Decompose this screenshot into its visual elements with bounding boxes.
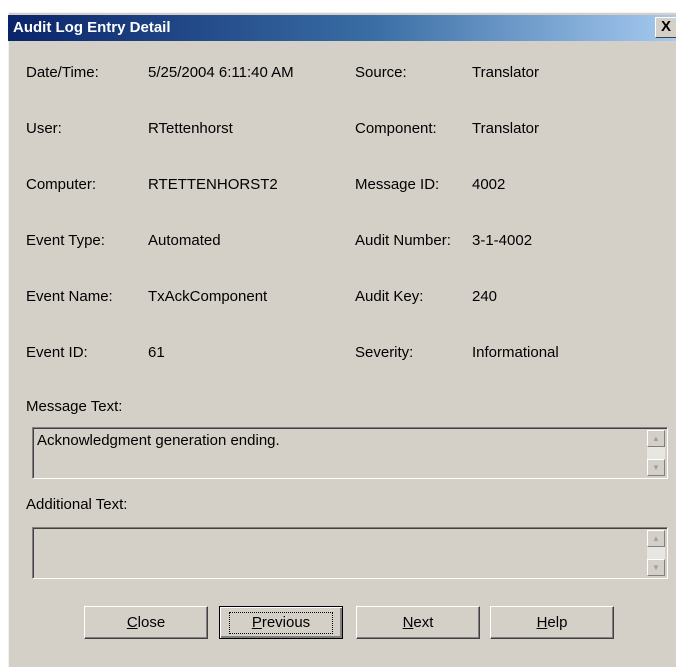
previous-button[interactable]: Previous [219, 606, 343, 639]
close-button[interactable]: Close [84, 606, 208, 639]
component-value: Translator [472, 120, 539, 137]
audit-number-value: 3-1-4002 [472, 232, 533, 249]
event-type-label: Event Type: [26, 232, 105, 249]
close-label-rest: lose [137, 614, 166, 631]
up-arrow-icon: ▲ [652, 434, 660, 443]
event-type-value: Automated [148, 232, 221, 249]
severity-label: Severity: [355, 344, 414, 361]
scroll-up-button[interactable]: ▲ [647, 430, 665, 447]
component-label: Component: [355, 120, 437, 137]
source-value: Translator [472, 64, 539, 81]
datetime-label: Date/Time: [26, 64, 99, 81]
close-window-button[interactable]: X [655, 17, 676, 38]
computer-value: RTETTENHORST2 [148, 176, 278, 193]
datetime-value: 5/25/2004 6:11:40 AM [148, 64, 294, 81]
message-id-label: Message ID: [355, 176, 440, 193]
scroll-down-button[interactable]: ▼ [647, 459, 665, 476]
computer-label: Computer: [26, 176, 97, 193]
help-mnemonic: H [536, 614, 548, 631]
source-label: Source: [355, 64, 407, 81]
previous-label-rest: revious [261, 614, 311, 631]
user-label: User: [26, 120, 62, 137]
event-name-label: Event Name: [26, 288, 113, 305]
close-mnemonic: C [126, 614, 138, 631]
help-label-rest: elp [547, 614, 568, 631]
additional-text-label: Additional Text: [26, 496, 128, 513]
dialog-title: Audit Log Entry Detail [13, 19, 171, 36]
up-arrow-icon: ▲ [652, 534, 660, 543]
message-text-box[interactable]: Acknowledgment generation ending. ▲ ▼ [32, 427, 668, 479]
scroll-down-button[interactable]: ▼ [647, 559, 665, 576]
severity-value: Informational [472, 344, 559, 361]
event-id-value: 61 [148, 344, 165, 361]
event-name-value: TxAckComponent [148, 288, 268, 305]
next-label-rest: ext [413, 614, 434, 631]
audit-key-value: 240 [472, 288, 498, 305]
down-arrow-icon: ▼ [652, 463, 660, 472]
scroll-up-button[interactable]: ▲ [647, 530, 665, 547]
additional-text-box[interactable]: ▲ ▼ [32, 527, 668, 579]
message-id-value: 4002 [472, 176, 506, 193]
down-arrow-icon: ▼ [652, 563, 660, 572]
user-value: RTettenhorst [148, 120, 233, 137]
event-id-label: Event ID: [26, 344, 88, 361]
message-text-scrollbar[interactable]: ▲ ▼ [647, 430, 665, 476]
message-text-label: Message Text: [26, 398, 123, 415]
previous-mnemonic: P [251, 614, 262, 631]
message-text-value: Acknowledgment generation ending. [37, 432, 280, 449]
focus-rectangle: Previous [228, 612, 334, 634]
additional-text-scrollbar[interactable]: ▲ ▼ [647, 530, 665, 576]
help-button[interactable]: Help [490, 606, 614, 639]
next-mnemonic: N [402, 614, 414, 631]
audit-number-label: Audit Number: [355, 232, 451, 249]
audit-key-label: Audit Key: [355, 288, 424, 305]
next-button[interactable]: Next [356, 606, 480, 639]
